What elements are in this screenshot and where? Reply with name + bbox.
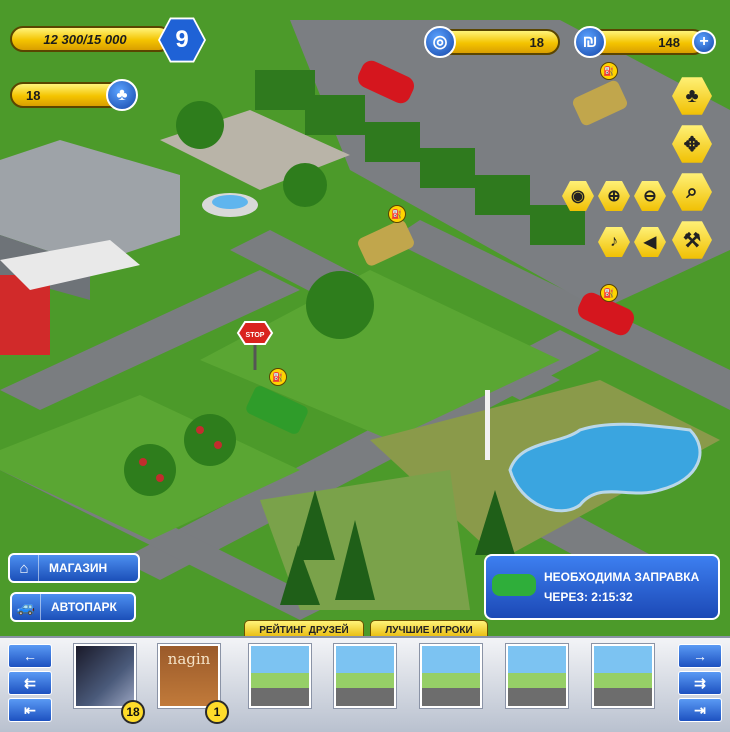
garage-label: АВТОПАРК (51, 600, 117, 614)
friend-level-badge: 1 (205, 700, 229, 724)
scroll-start-button[interactable]: ⇤ (8, 698, 52, 722)
empty-friend-slot[interactable] (592, 644, 654, 708)
stop-sign-label: STOP (246, 332, 265, 339)
tires-counter: 18 (438, 29, 560, 55)
tire-icon[interactable]: ◎ (424, 26, 456, 58)
tree-icon[interactable]: ♣ (106, 79, 138, 111)
xp-value: 12 300/15 000 (43, 31, 127, 47)
trees-value: 18 (26, 87, 41, 103)
empty-friend-slot[interactable] (420, 644, 482, 708)
car-icon: 🚙 (12, 594, 41, 620)
notice-line-1: НЕОБХОДИМА ЗАПРАВКА (544, 570, 700, 584)
money-value: 148 (658, 34, 680, 50)
fuel-marker-icon[interactable]: ⛽ (388, 205, 406, 223)
scroll-right-fast-button[interactable]: ⇉ (678, 671, 722, 695)
empty-friend-slot[interactable] (249, 644, 311, 708)
scroll-left-button[interactable]: ← (8, 644, 52, 668)
scroll-left-fast-button[interactable]: ⇇ (8, 671, 52, 695)
garage-button[interactable]: 🚙 АВТОПАРК (10, 592, 136, 622)
fuel-marker-icon[interactable]: ⛽ (269, 368, 287, 386)
refuel-notice[interactable]: НЕОБХОДИМА ЗАПРАВКА ЧЕРЕЗ: 2:15:32 (484, 554, 720, 620)
add-money-button[interactable]: + (692, 30, 716, 54)
xp-bar: 12 300/15 000 (10, 26, 172, 52)
empty-friend-slot[interactable] (334, 644, 396, 708)
nav-left-group: ← ⇇ ⇤ (8, 644, 52, 722)
nav-right-group: → ⇉ ⇥ (678, 644, 722, 722)
friend-name: nagin (167, 650, 211, 668)
scroll-end-button[interactable]: ⇥ (678, 698, 722, 722)
friend-avatar[interactable]: nagin (158, 644, 220, 708)
money-icon: ₪ (574, 26, 606, 58)
tires-value: 18 (529, 34, 544, 50)
fuel-marker-icon[interactable]: ⛽ (600, 62, 618, 80)
scroll-right-button[interactable]: → (678, 644, 722, 668)
fuel-marker-icon[interactable]: ⛽ (600, 284, 618, 302)
shop-label: МАГАЗИН (49, 561, 108, 575)
friend-level-badge: 18 (121, 700, 145, 724)
notice-line-2: ЧЕРЕЗ: 2:15:32 (544, 590, 633, 604)
friend-avatar[interactable] (74, 644, 136, 708)
notice-car-icon (492, 574, 536, 596)
house-icon: ⌂ (10, 555, 39, 581)
level-value: 9 (175, 26, 189, 53)
empty-friend-slot[interactable] (506, 644, 568, 708)
shop-button[interactable]: ⌂ МАГАЗИН (8, 553, 140, 583)
